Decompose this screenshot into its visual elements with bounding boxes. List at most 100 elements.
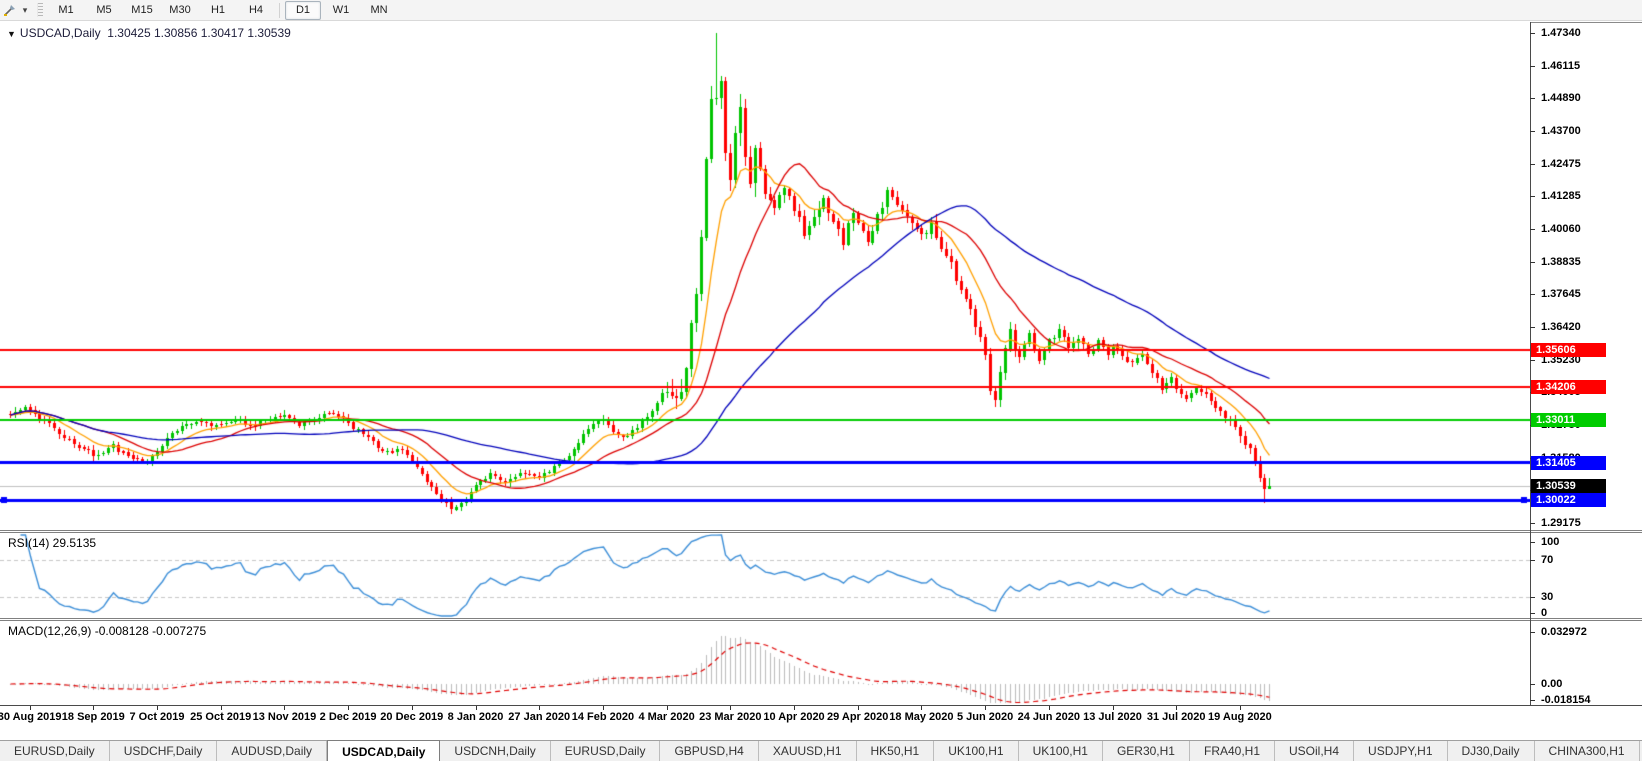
chart-tab-fra40-h1[interactable]: FRA40,H1 [1190, 741, 1276, 761]
rsi-tick-mark [1530, 560, 1535, 561]
price-tick-mark [1530, 360, 1535, 361]
date-tick-mark [412, 706, 413, 710]
date-tick-mark [985, 706, 986, 710]
chart-tab-uk100-h1[interactable]: UK100,H1 [934, 741, 1019, 761]
rsi-tick-label: 30 [1541, 591, 1554, 603]
price-line-badge-1.30022[interactable]: 1.30022 [1531, 493, 1606, 508]
date-axis[interactable]: 30 Aug 2019 18 Sep 2019 7 Oct 2019 25 Oct 2… [0, 706, 1642, 740]
date-tick-mark [667, 706, 668, 710]
chart-tab-xauusd-h1[interactable]: XAUUSD,H1 [759, 741, 857, 761]
date-tick-label: 10 Apr 2020 [763, 711, 825, 723]
toolbar-separator [279, 2, 280, 18]
macd-tick-label: 0.00 [1541, 678, 1563, 690]
chart-tab-uk100-h1[interactable]: UK100,H1 [1019, 741, 1103, 761]
chart-tab-usdcad-daily[interactable]: USDCAD,Daily [327, 740, 441, 761]
date-tick-label: 7 Oct 2019 [129, 711, 185, 723]
price-tick-label: 1.43700 [1541, 125, 1581, 137]
timeframe-button-mn[interactable]: MN [361, 1, 397, 20]
macd-tick-label: -0.018154 [1541, 694, 1591, 706]
price-line-badge-1.31405[interactable]: 1.31405 [1531, 455, 1606, 470]
macd-label: MACD(12,26,9) -0.008128 -0.007275 [8, 624, 207, 638]
chart-tab-usdchf-daily[interactable]: USDCHF,Daily [110, 741, 218, 761]
chart-tab-dj30-daily[interactable]: DJ30,Daily [1448, 741, 1535, 761]
date-tick-label: 29 Apr 2020 [827, 711, 889, 723]
trading-platform-window: ▾ M1 M5 M15 M30 H1 H4 D1 W1 MN ▼ USDCAD,Daily 1.3… [0, 0, 1642, 761]
price-line-badge-1.33011[interactable]: 1.33011 [1531, 412, 1606, 427]
price-tick-mark [1530, 523, 1535, 524]
price-line-badge-1.30539[interactable]: 1.30539 [1531, 479, 1606, 494]
chart-tab-eurusd-daily[interactable]: EURUSD,Daily [0, 741, 110, 761]
price-tick-mark [1530, 327, 1535, 328]
timeframe-button-h1[interactable]: H1 [200, 1, 236, 20]
draw-cursor-icon[interactable] [1, 2, 19, 18]
date-tick-mark [858, 706, 859, 710]
date-tick-label: 18 May 2020 [889, 711, 954, 723]
date-tick-label: 25 Oct 2019 [190, 711, 252, 723]
price-tick-label: 1.37645 [1541, 288, 1581, 301]
price-tick-label: 1.36420 [1541, 321, 1581, 333]
price-tick-mark [1530, 98, 1535, 99]
date-tick-label: 13 Jul 2020 [1083, 711, 1142, 723]
timeframe-button-m15[interactable]: M15 [124, 1, 160, 20]
date-tick-label: 27 Jan 2020 [508, 711, 571, 723]
price-tick-mark [1530, 294, 1535, 295]
price-tick-mark [1530, 131, 1535, 132]
toolbar-grip [37, 3, 43, 17]
chart-tab-usoil-h4[interactable]: USOil,H4 [1275, 741, 1355, 761]
macd-tick-mark [1530, 632, 1535, 633]
timeframe-button-m1[interactable]: M1 [48, 1, 84, 20]
date-tick-mark [30, 706, 31, 710]
timeframe-toolbar: ▾ M1 M5 M15 M30 H1 H4 D1 W1 MN [0, 0, 1642, 21]
date-tick-mark [1113, 706, 1114, 710]
tool-dropdown-caret[interactable]: ▾ [19, 5, 31, 16]
rsi-tick-label: 0 [1541, 607, 1548, 619]
rsi-tick-mark [1530, 542, 1535, 543]
price-tick-mark [1530, 262, 1535, 263]
date-tick-mark [1049, 706, 1050, 710]
timeframe-button-m30[interactable]: M30 [162, 1, 198, 20]
rsi-tick-mark [1530, 597, 1535, 598]
timeframe-button-m5[interactable]: M5 [86, 1, 122, 20]
chart-tab-usdcnh-daily[interactable]: USDCNH,Daily [440, 741, 551, 761]
chart-title-collapse-icon[interactable]: ▼ [7, 29, 16, 39]
chart-tab-hk50-h1[interactable]: HK50,H1 [857, 741, 935, 761]
price-tick-mark [1530, 33, 1535, 34]
chart-tab-usdjpy-h1[interactable]: USDJPY,H1 [1354, 741, 1448, 761]
date-tick-mark [603, 706, 604, 710]
price-chart-canvas[interactable] [0, 22, 1530, 530]
chart-symbol-label: USDCAD,Daily [19, 26, 101, 40]
macd-tick-mark [1530, 684, 1535, 685]
date-tick-label: 2 Dec 2019 [319, 711, 377, 723]
draw-cursor-icon-glyph [4, 5, 15, 16]
date-tick-mark [476, 706, 477, 710]
chart-tab-ger30-h1[interactable]: GER30,H1 [1103, 741, 1190, 761]
timeframe-button-d1[interactable]: D1 [285, 0, 321, 20]
macd-indicator-canvas[interactable] [0, 621, 1530, 705]
macd-tick-label: 0.032972 [1541, 626, 1587, 638]
price-tick-label: 1.41285 [1541, 190, 1581, 203]
price-tick-label: 1.46115 [1541, 59, 1581, 72]
date-tick-mark [539, 706, 540, 710]
date-tick-label: 20 Dec 2019 [380, 711, 444, 723]
rsi-indicator-canvas[interactable] [0, 533, 1530, 618]
price-line-badge-1.34206[interactable]: 1.34206 [1531, 380, 1606, 395]
price-line-badge-1.35606[interactable]: 1.35606 [1531, 342, 1606, 357]
date-tick-mark [1240, 706, 1241, 710]
chart-tab-gbpusd-h4[interactable]: GBPUSD,H4 [660, 741, 759, 761]
chart-title: ▼ USDCAD,Daily 1.30425 1.30856 1.30417 1.… [7, 26, 291, 40]
timeframe-button-w1[interactable]: W1 [323, 1, 359, 20]
chart-tab-china300-h1[interactable]: CHINA300,H1 [1535, 741, 1640, 761]
date-tick-mark [730, 706, 731, 710]
timeframe-buttons: M1 M5 M15 M30 H1 H4 D1 W1 MN [47, 0, 398, 20]
chart-tab-audusd-daily[interactable]: AUDUSD,Daily [217, 741, 328, 761]
chart-tab-eurusd-daily[interactable]: EURUSD,Daily [551, 741, 661, 761]
macd-tick-mark [1530, 700, 1535, 701]
date-tick-label: 31 Jul 2020 [1146, 711, 1206, 723]
rsi-tick-label: 70 [1541, 554, 1554, 566]
date-tick-label: 14 Feb 2020 [571, 711, 635, 723]
date-tick-label: 24 Jun 2020 [1017, 711, 1080, 723]
date-tick-label: 5 Jun 2020 [956, 711, 1014, 723]
timeframe-button-h4[interactable]: H4 [238, 1, 274, 20]
date-tick-label: 8 Jan 2020 [447, 711, 504, 723]
date-tick-label: 23 Mar 2020 [699, 711, 762, 723]
